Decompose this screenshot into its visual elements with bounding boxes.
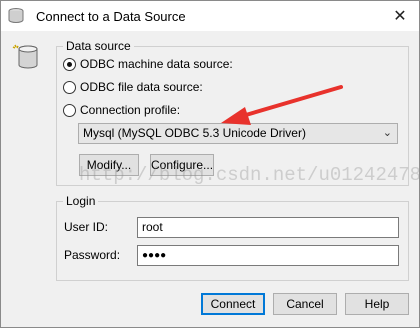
radio-dot[interactable] — [63, 80, 76, 94]
help-button[interactable]: Help — [345, 293, 409, 315]
radio-dot[interactable] — [63, 103, 76, 117]
user-id-field[interactable]: root — [137, 217, 399, 238]
close-icon[interactable]: ✕ — [387, 4, 413, 28]
annotation-arrow-icon — [221, 85, 343, 125]
data-source-icon — [12, 44, 38, 69]
radio-label: ODBC file data source: — [80, 80, 203, 94]
window-title: Connect to a Data Source — [36, 9, 186, 24]
password-field[interactable]: ●●●● — [137, 245, 399, 266]
login-group — [56, 201, 409, 281]
chevron-down-icon[interactable]: ⌄ — [383, 124, 392, 143]
watermark-text: http://blog.csdn.net/u012424783 — [79, 164, 420, 186]
login-legend: Login — [63, 194, 99, 208]
title-bar: Connect to a Data Source ✕ — [1, 1, 419, 31]
cancel-button[interactable]: Cancel — [273, 293, 337, 315]
radio-odbc-machine[interactable]: ODBC machine data source: — [63, 57, 233, 71]
connect-dialog: Connect to a Data Source ✕ Data source O… — [0, 0, 420, 328]
radio-label: Connection profile: — [80, 103, 181, 117]
password-label: Password: — [64, 248, 121, 262]
data-source-legend: Data source — [63, 39, 134, 53]
radio-dot[interactable] — [63, 57, 76, 71]
radio-connection-profile[interactable]: Connection profile: — [63, 103, 180, 117]
radio-odbc-file[interactable]: ODBC file data source: — [63, 80, 203, 94]
connect-button[interactable]: Connect — [201, 293, 265, 315]
database-icon — [8, 8, 24, 23]
user-id-label: User ID: — [64, 220, 109, 234]
radio-label: ODBC machine data source: — [80, 57, 233, 71]
